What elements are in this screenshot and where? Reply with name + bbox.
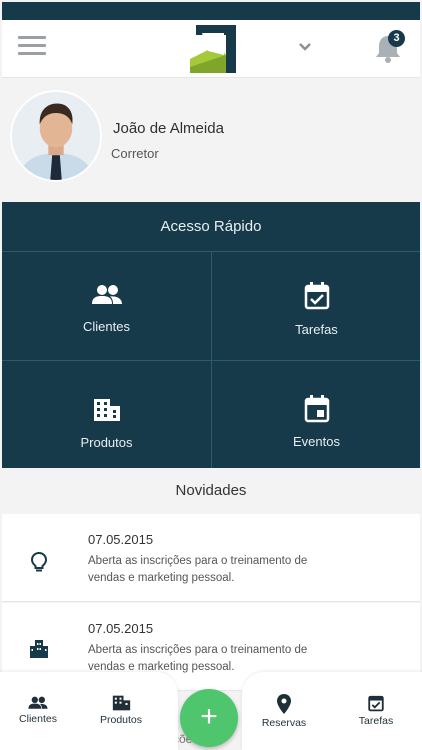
people-icon (28, 696, 48, 709)
calendar-check-icon (304, 282, 329, 310)
news-title: Novidades (2, 468, 420, 514)
tile-label: Produtos (80, 435, 133, 450)
tile-produtos[interactable]: Produtos (2, 398, 211, 450)
nav-produtos[interactable]: Produtos (86, 695, 156, 726)
bottom-nav-right: Reservas Tarefas (242, 672, 422, 750)
news-date: 07.05.2015 (88, 621, 154, 636)
chevron-down-icon[interactable] (298, 42, 312, 52)
quick-access-panel: Acesso Rápido Clientes Tarefas Produtos … (2, 202, 420, 468)
building-icon (30, 640, 48, 658)
nav-label: Clientes (19, 713, 57, 725)
nav-tarefas[interactable]: Tarefas (341, 694, 411, 727)
profile-name: João de Almeida (113, 120, 224, 137)
tile-label: Clientes (83, 319, 130, 334)
divider (2, 360, 420, 361)
calendar-event-icon (304, 395, 329, 423)
company-logo (190, 25, 236, 73)
status-bar (2, 2, 420, 20)
tile-tarefas[interactable]: Tarefas (212, 282, 421, 337)
top-bar: 3 (2, 20, 420, 78)
profile-card: João de Almeida Corretor (2, 78, 420, 202)
add-button[interactable]: + (180, 689, 238, 747)
nav-label: Tarefas (358, 715, 394, 727)
tile-label: Tarefas (295, 322, 338, 337)
avatar (10, 90, 102, 182)
notification-badge: 3 (388, 30, 405, 47)
tile-clientes[interactable]: Clientes (2, 284, 211, 334)
bottom-nav-left: Clientes Produtos (0, 672, 178, 750)
news-text: Aberta as inscrições para o treinamento … (88, 555, 308, 584)
news-date: 07.05.2015 (88, 532, 154, 547)
news-item[interactable]: 07.05.2015 Aberta as inscrições para o t… (2, 514, 420, 602)
nav-label: Reservas (261, 717, 307, 729)
profile-role: Corretor (111, 146, 159, 161)
nav-clientes[interactable]: Clientes (3, 696, 73, 725)
people-icon (91, 285, 122, 304)
building-icon (112, 695, 130, 711)
nav-reservas[interactable]: Reservas (249, 694, 319, 729)
lightbulb-icon (30, 552, 48, 572)
tile-eventos[interactable]: Eventos (212, 395, 421, 449)
building-icon (93, 399, 120, 421)
location-pin-icon (277, 694, 291, 714)
calendar-check-icon (368, 695, 384, 712)
menu-icon[interactable] (18, 36, 46, 56)
tile-label: Eventos (293, 434, 340, 449)
nav-label: Produtos (99, 714, 143, 726)
quick-access-title: Acesso Rápido (2, 202, 420, 252)
